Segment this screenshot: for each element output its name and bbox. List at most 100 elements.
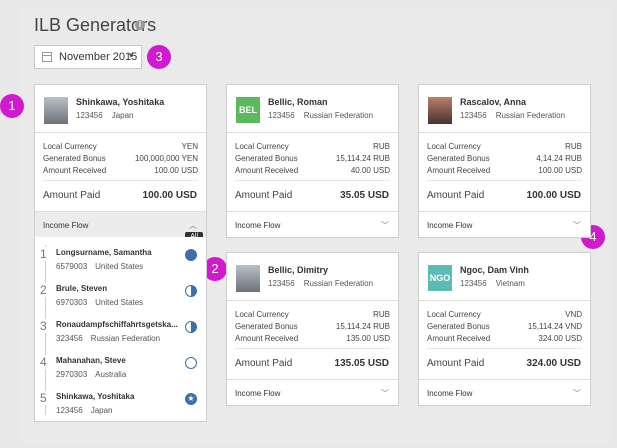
generated-bonus-value: 15,114.24 RUB (335, 322, 390, 331)
income-flow-list: 1 Longsurname, Samantha 6579003 United St… (35, 237, 206, 421)
status-full-icon[interactable] (185, 249, 197, 261)
card-stats: Local Currency RUB Generated Bonus 15,114.… (235, 133, 390, 181)
avatar (428, 97, 452, 124)
amount-paid-label: Amount Paid (235, 190, 293, 201)
item-meta: 123456 Japan (56, 406, 113, 415)
info-icon[interactable]: i (135, 20, 145, 30)
member-meta: 123456 Vietnam (460, 279, 525, 288)
member-name: Bellic, Dimitry (268, 265, 329, 275)
member-name: Rascalov, Anna (460, 97, 527, 107)
list-item[interactable]: 3 Ronaudampfschiffahrtsgetska... 323456 R… (35, 319, 206, 355)
income-flow-label: Income Flow (427, 389, 473, 398)
amount-paid-row: Amount Paid 100.00 USD (35, 181, 206, 211)
member-meta: 123456 Japan (76, 111, 134, 120)
member-id: 123456 (76, 111, 103, 120)
item-name: Ronaudampfschiffahrtsgetska... (56, 320, 178, 329)
amount-received-value: 100.00 USD (538, 166, 582, 175)
stat-label: Local Currency (43, 142, 97, 151)
month-select[interactable]: November 2015 ▼ (34, 45, 142, 69)
stat-label: Generated Bonus (43, 154, 106, 163)
item-name: Shinkawa, Yoshitaka (56, 392, 135, 401)
local-currency-value: RUB (373, 310, 390, 319)
member-country: Japan (111, 111, 134, 120)
local-currency-value: YEN (181, 142, 198, 151)
income-flow-label: Income Flow (235, 389, 281, 398)
list-item[interactable]: 5 Shinkawa, Yoshitaka 123456 Japan ★ (35, 391, 206, 427)
generator-card: BEL Bellic, Roman 123456 Russian Federati… (226, 84, 399, 238)
income-flow-toggle[interactable]: Income Flow ︿ All (35, 211, 206, 241)
company-logo: BEL (236, 97, 260, 123)
status-half-icon[interactable] (185, 285, 197, 297)
amount-paid-row: Amount Paid 135.05 USD (227, 349, 398, 379)
card-header: Bellic, Dimitry 123456 Russian Federation (227, 253, 398, 301)
card-stats: Local Currency RUB Generated Bonus 15,114.… (235, 301, 390, 349)
amount-paid-value: 35.05 USD (340, 190, 389, 201)
generator-card: Bellic, Dimitry 123456 Russian Federation… (226, 252, 399, 406)
chevron-down-icon: ﹀ (381, 221, 389, 230)
amount-paid-row: Amount Paid 35.05 USD (227, 181, 398, 211)
generated-bonus-value: 4,14.24 RUB (536, 154, 582, 163)
item-name: Longsurname, Samantha (56, 248, 152, 257)
income-flow-toggle[interactable]: Income Flow ﹀ (419, 379, 590, 405)
status-empty-icon[interactable] (185, 357, 197, 369)
avatar (44, 97, 68, 124)
local-currency-value: RUB (565, 142, 582, 151)
member-name: Bellic, Roman (268, 97, 328, 107)
generator-card: Shinkawa, Yoshitaka 123456 Japan Local Cu… (34, 84, 207, 422)
item-meta: 6970303 United States (56, 298, 144, 307)
item-meta: 6579003 United States (56, 262, 144, 271)
item-number: 2 (40, 283, 47, 297)
list-item[interactable]: 1 Longsurname, Samantha 6579003 United St… (35, 247, 206, 283)
generated-bonus-value: 15,114.24 VND (527, 322, 582, 331)
amount-received-value: 324.00 USD (538, 334, 582, 343)
card-stats: Local Currency VND Generated Bonus 15,114.… (427, 301, 582, 349)
member-name: Ngoc, Dam Vinh (460, 265, 529, 275)
status-half-icon[interactable] (185, 321, 197, 333)
amount-paid-label: Amount Paid (43, 190, 101, 201)
card-header: Shinkawa, Yoshitaka 123456 Japan (35, 85, 206, 133)
income-flow-toggle[interactable]: Income Flow ﹀ (227, 211, 398, 237)
item-number: 4 (40, 355, 47, 369)
member-meta: 123456 Russian Federation (268, 111, 374, 120)
income-flow-label: Income Flow (235, 221, 281, 230)
chevron-down-icon: ﹀ (381, 389, 389, 398)
member-name: Shinkawa, Yoshitaka (76, 97, 165, 107)
callout-badge-3: 3 (147, 45, 171, 69)
income-flow-toggle[interactable]: Income Flow ﹀ (419, 211, 590, 237)
calendar-icon (42, 52, 52, 62)
stat-label: Amount Received (43, 166, 107, 175)
member-meta: 123456 Russian Federation (460, 111, 566, 120)
card-header: BEL Bellic, Roman 123456 Russian Federati… (227, 85, 398, 133)
item-number: 3 (40, 319, 47, 333)
amount-paid-label: Amount Paid (235, 358, 293, 369)
generated-bonus-value: 15,114.24 RUB (335, 154, 390, 163)
amount-paid-value: 100.00 USD (142, 190, 197, 201)
callout-badge-1: 1 (0, 94, 24, 118)
local-currency-value: VND (565, 310, 582, 319)
item-meta: 2970303 Australia (56, 370, 127, 379)
amount-received-value: 135.00 USD (346, 334, 390, 343)
item-name: Brule, Steven (56, 284, 108, 293)
amount-paid-label: Amount Paid (427, 190, 485, 201)
income-flow-label: Income Flow (427, 221, 473, 230)
card-header: Rascalov, Anna 123456 Russian Federation (419, 85, 590, 133)
status-star-icon[interactable]: ★ (185, 393, 197, 405)
list-item[interactable]: 4 Mahanahan, Steve 2970303 Australia (35, 355, 206, 391)
amount-paid-row: Amount Paid 100.00 USD (419, 181, 590, 211)
amount-received-value: 100.00 USD (154, 166, 198, 175)
chevron-down-icon: ▼ (127, 51, 135, 60)
card-stats: Local Currency YEN Generated Bonus 100,000… (43, 133, 198, 181)
local-currency-value: RUB (373, 142, 390, 151)
amount-received-value: 40.00 USD (350, 166, 390, 175)
amount-paid-value: 324.00 USD (526, 358, 581, 369)
chevron-down-icon: ﹀ (573, 221, 581, 230)
month-select-value: November 2015 (59, 51, 138, 63)
generated-bonus-value: 100,000,000 YEN (134, 154, 198, 163)
amount-paid-value: 135.05 USD (334, 358, 389, 369)
chevron-up-icon: ︿ (189, 221, 197, 230)
income-flow-toggle[interactable]: Income Flow ﹀ (227, 379, 398, 405)
avatar (236, 265, 260, 292)
item-number: 1 (40, 247, 47, 261)
item-name: Mahanahan, Steve (56, 356, 126, 365)
list-item[interactable]: 2 Brule, Steven 6970303 United States (35, 283, 206, 319)
